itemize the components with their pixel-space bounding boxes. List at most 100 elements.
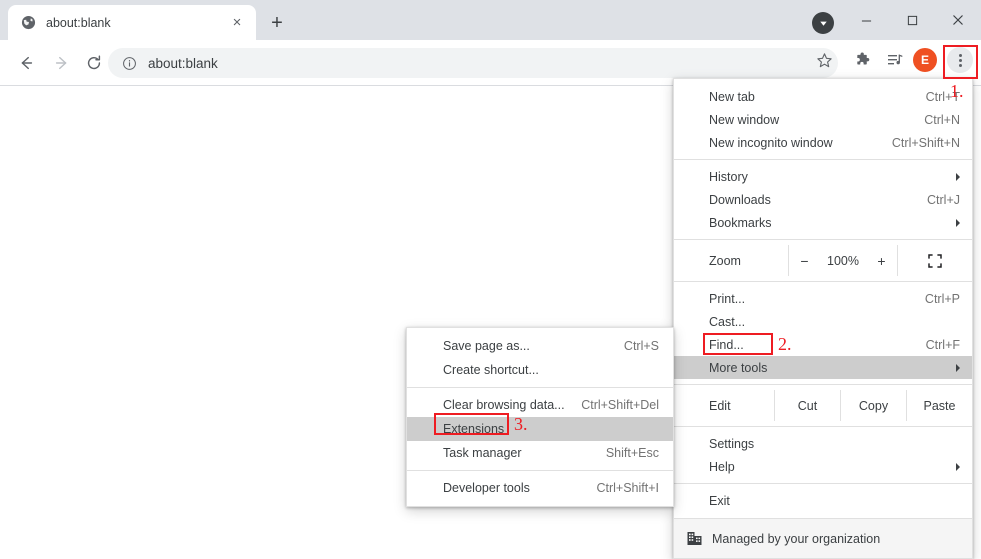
zoom-in-button[interactable]: +	[866, 245, 897, 276]
menu-item-label: Downloads	[709, 193, 771, 207]
managed-by-organization-row[interactable]: Managed by your organization	[674, 518, 972, 558]
menu-item-label: Find...	[709, 338, 744, 352]
zoom-label: Zoom	[674, 245, 788, 276]
copy-button[interactable]: Copy	[840, 390, 906, 421]
menu-item-new-incognito-window[interactable]: New incognito window Ctrl+Shift+N	[674, 131, 972, 154]
star-icon[interactable]	[810, 46, 838, 74]
chevron-right-icon	[956, 364, 960, 372]
menu-item-bookmarks[interactable]: Bookmarks	[674, 211, 972, 234]
menu-item-help[interactable]: Help	[674, 455, 972, 478]
submenu-item-accel: Ctrl+Shift+Del	[581, 398, 659, 412]
fullscreen-icon[interactable]	[897, 245, 972, 276]
zoom-out-button[interactable]: −	[788, 245, 820, 276]
menu-item-history[interactable]: History	[674, 165, 972, 188]
chrome-browser-window: about:blank × +	[0, 0, 981, 519]
menu-item-label: New tab	[709, 90, 755, 104]
back-button[interactable]	[12, 49, 40, 77]
menu-item-cast[interactable]: Cast...	[674, 310, 972, 333]
window-controls	[843, 0, 981, 40]
paste-button[interactable]: Paste	[906, 390, 972, 421]
menu-item-label: Exit	[709, 494, 730, 508]
chevron-right-icon	[956, 219, 960, 227]
menu-dot	[959, 64, 962, 67]
menu-row-edit: Edit Cut Copy Paste	[674, 390, 972, 421]
three-dot-menu-icon[interactable]	[947, 47, 973, 73]
menu-item-label: New incognito window	[709, 136, 833, 150]
menu-item-label: History	[709, 170, 748, 184]
submenu-item-save-page-as[interactable]: Save page as... Ctrl+S	[407, 334, 673, 358]
close-button[interactable]	[935, 0, 981, 40]
menu-item-label: New window	[709, 113, 779, 127]
submenu-item-label: Clear browsing data...	[443, 398, 565, 412]
menu-item-label: Cast...	[709, 315, 745, 329]
tab-close-icon[interactable]: ×	[226, 12, 248, 34]
menu-item-exit[interactable]: Exit	[674, 489, 972, 512]
submenu-item-label: Developer tools	[443, 481, 530, 495]
info-circle-icon[interactable]	[120, 54, 138, 72]
menu-separator	[674, 384, 972, 385]
chrome-main-menu: New tab Ctrl+T New window Ctrl+N New inc…	[673, 78, 973, 559]
menu-item-label: Print...	[709, 292, 745, 306]
tab-title: about:blank	[46, 16, 226, 30]
chevron-right-icon	[956, 173, 960, 181]
menu-separator	[674, 483, 972, 484]
menu-item-print[interactable]: Print... Ctrl+P	[674, 287, 972, 310]
organization-building-icon	[686, 530, 703, 547]
cut-button[interactable]: Cut	[774, 390, 840, 421]
menu-row-zoom: Zoom − 100% +	[674, 245, 972, 276]
menu-item-accel: Ctrl+F	[926, 338, 960, 352]
chevron-down-circle-icon[interactable]	[812, 12, 834, 34]
submenu-item-clear-browsing-data[interactable]: Clear browsing data... Ctrl+Shift+Del	[407, 393, 673, 417]
menu-item-label: Bookmarks	[709, 216, 772, 230]
submenu-item-label: Create shortcut...	[443, 363, 539, 377]
submenu-item-accel: Shift+Esc	[606, 446, 659, 460]
submenu-item-extensions[interactable]: Extensions	[407, 417, 673, 441]
address-bar-text: about:blank	[148, 56, 838, 71]
menu-item-accel: Ctrl+T	[926, 90, 960, 104]
managed-by-organization-label: Managed by your organization	[712, 532, 880, 546]
menu-item-accel: Ctrl+N	[924, 113, 960, 127]
menu-separator	[674, 239, 972, 240]
menu-separator	[674, 159, 972, 160]
menu-item-more-tools[interactable]: More tools	[674, 356, 972, 379]
submenu-item-accel: Ctrl+Shift+I	[596, 481, 659, 495]
submenu-separator	[407, 470, 673, 471]
address-bar[interactable]: about:blank	[108, 48, 838, 78]
menu-item-accel: Ctrl+Shift+N	[892, 136, 960, 150]
menu-separator	[674, 426, 972, 427]
submenu-item-label: Save page as...	[443, 339, 530, 353]
edit-label: Edit	[674, 390, 774, 421]
menu-dot	[959, 54, 962, 57]
menu-item-new-window[interactable]: New window Ctrl+N	[674, 108, 972, 131]
submenu-item-label: Task manager	[443, 446, 522, 460]
browser-tab[interactable]: about:blank ×	[8, 5, 256, 40]
submenu-separator	[407, 387, 673, 388]
chevron-right-icon	[956, 463, 960, 471]
menu-separator	[674, 281, 972, 282]
submenu-item-create-shortcut[interactable]: Create shortcut...	[407, 358, 673, 382]
tab-strip: about:blank × +	[0, 0, 981, 40]
new-tab-button[interactable]: +	[263, 9, 291, 37]
globe-icon	[20, 15, 36, 31]
more-tools-submenu: Save page as... Ctrl+S Create shortcut..…	[406, 327, 674, 507]
media-list-icon[interactable]	[881, 46, 909, 74]
menu-item-new-tab[interactable]: New tab Ctrl+T	[674, 85, 972, 108]
submenu-item-accel: Ctrl+S	[624, 339, 659, 353]
reload-button[interactable]	[80, 49, 108, 77]
menu-dot	[959, 59, 962, 62]
menu-item-downloads[interactable]: Downloads Ctrl+J	[674, 188, 972, 211]
menu-item-label: Help	[709, 460, 735, 474]
menu-item-accel: Ctrl+P	[925, 292, 960, 306]
menu-item-label: Settings	[709, 437, 754, 451]
profile-avatar[interactable]: E	[913, 48, 937, 72]
maximize-button[interactable]	[889, 0, 935, 40]
submenu-item-task-manager[interactable]: Task manager Shift+Esc	[407, 441, 673, 465]
minimize-button[interactable]	[843, 0, 889, 40]
zoom-level-value: 100%	[820, 245, 866, 276]
menu-item-find[interactable]: Find... Ctrl+F	[674, 333, 972, 356]
forward-button[interactable]	[48, 49, 76, 77]
submenu-item-developer-tools[interactable]: Developer tools Ctrl+Shift+I	[407, 476, 673, 500]
puzzle-piece-icon[interactable]	[848, 46, 876, 74]
menu-item-settings[interactable]: Settings	[674, 432, 972, 455]
menu-item-label: More tools	[709, 361, 767, 375]
